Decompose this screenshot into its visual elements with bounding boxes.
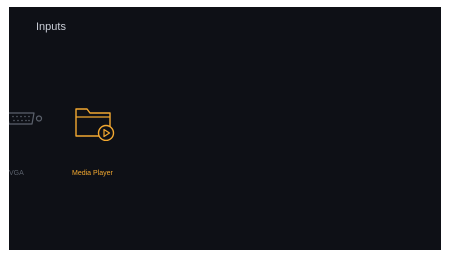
- vga-port-icon: [9, 107, 46, 133]
- input-tile-vga[interactable]: VGA: [9, 102, 55, 182]
- input-label-vga: VGA: [9, 170, 24, 177]
- input-tile-media-player[interactable]: Media Player: [65, 99, 129, 183]
- page-title: Inputs: [36, 21, 66, 33]
- folder-play-icon: [73, 103, 117, 142]
- tv-screen: Inputs VGA Media Player: [9, 7, 441, 250]
- input-label-media-player: Media Player: [72, 170, 113, 177]
